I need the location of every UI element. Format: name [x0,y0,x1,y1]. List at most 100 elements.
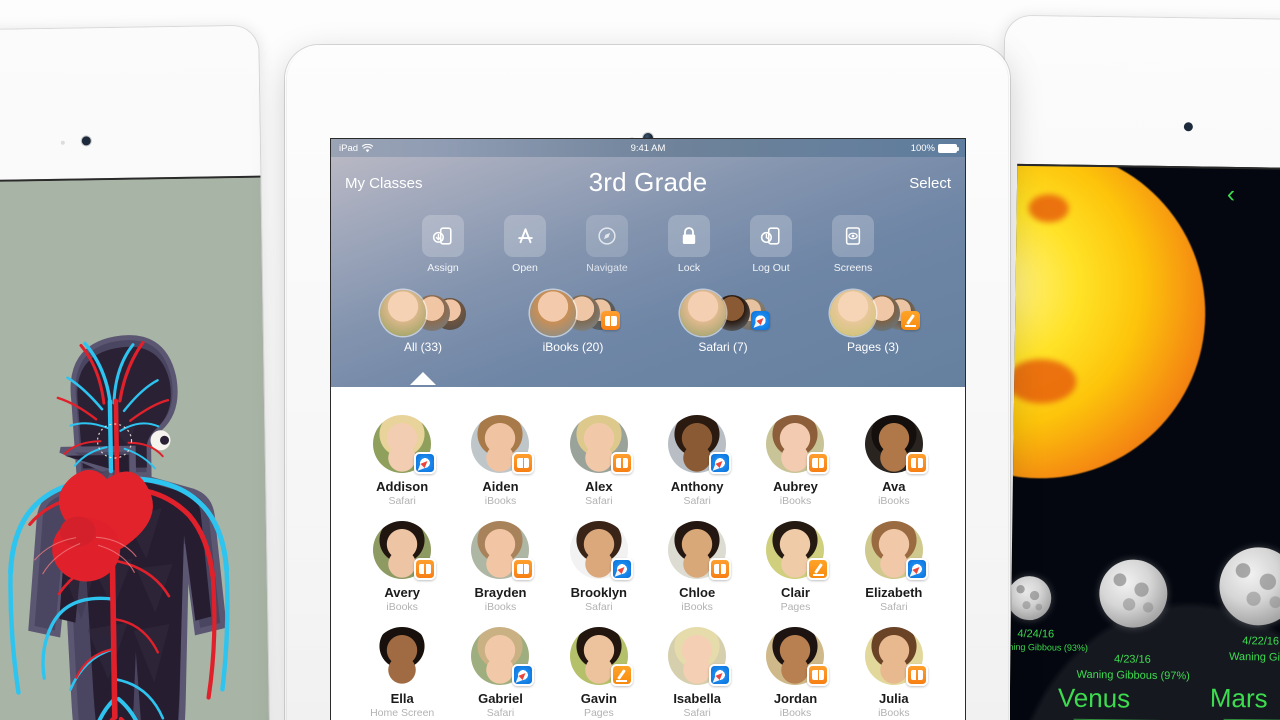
student-current-app: iBooks [386,601,418,613]
student-name: Avery [384,585,420,600]
group-tab-safari[interactable]: Safari (7) [668,290,778,354]
student-photo-wrap [373,627,432,685]
student-photo-wrap [471,415,535,474]
front-camera-icon [1183,122,1193,132]
group-tab-pages[interactable]: Pages (3) [818,290,928,354]
student-cell[interactable]: Brayden iBooks [451,515,549,613]
status-bar: iPad 9:41 AM 100% [331,139,965,157]
student-cell[interactable]: Gabriel Safari [451,621,549,719]
badge-pages-icon [807,558,830,580]
group-avatar-stack [680,290,770,336]
back-button-my-classes[interactable]: My Classes [345,175,423,192]
student-name: Chloe [679,585,716,600]
classroom-app-screen: iPad 9:41 AM 100% My Classes 3rd Grade S… [330,138,966,720]
anatomy-app-screen [0,175,270,720]
student-photo-wrap [373,415,437,474]
student-current-app: Safari [585,495,613,507]
astronomy-app-screen: ‹ A 4/24/16 Waning Gibbous (93%) 4/23/16… [1008,163,1280,720]
lock-icon [682,227,696,244]
screenshot-stage: ‹ A 4/24/16 Waning Gibbous (93%) 4/23/16… [0,0,1280,720]
toolbar-label: Lock [677,262,701,274]
student-current-app: iBooks [779,495,812,507]
badge-ibooks-icon [512,558,535,580]
badge-safari-icon [709,664,732,686]
group-tab-label: Safari (7) [698,340,748,354]
student-cell[interactable]: Ava iBooks [845,409,943,507]
status-time: 9:41 AM [630,142,666,154]
student-cell[interactable]: Gavin Pages [550,621,648,719]
astro-back-icon[interactable]: ‹ [1227,181,1235,209]
badge-safari-icon [751,311,770,330]
logout-icon-tile [750,215,792,257]
toolbar-label: Open [512,262,538,274]
avatar [373,627,432,685]
toolbar-item-navigate[interactable]: Navigate [577,215,637,274]
student-cell[interactable]: Elizabeth Safari [845,515,943,613]
moon-date-label: 4/24/16 [1017,627,1055,641]
student-name: Anthony [670,479,724,494]
student-name: Gavin [580,691,617,706]
assign-icon [432,227,452,245]
toolbar-label: Log Out [752,262,790,274]
student-name: Julia [879,691,909,706]
student-cell[interactable]: Aiden iBooks [451,409,549,507]
group-avatar-stack [830,290,920,336]
toolbar-item-logout[interactable]: Log Out [741,215,801,274]
student-cell[interactable]: Jordan iBooks [746,621,844,719]
student-photo-wrap [864,415,928,474]
toolbar-label: Navigate [586,262,628,274]
toolbar-item-lock[interactable]: Lock [659,215,719,274]
badge-ibooks-icon [610,452,633,474]
selected-tab-indicator [410,372,436,385]
planet-name-mars: Mars [1209,682,1268,714]
student-photo-wrap [864,627,928,686]
circulatory-system-illustration [0,177,270,720]
select-button[interactable]: Select [909,175,951,192]
student-name: Isabella [673,691,722,706]
student-cell[interactable]: Aubrey iBooks [746,409,844,507]
toolbar-item-assign[interactable]: Assign [413,215,473,274]
group-tab-ibooks[interactable]: iBooks (20) [518,290,628,354]
student-current-app: Safari [683,495,711,507]
student-cell[interactable]: Addison Safari [353,409,451,507]
student-name: Gabriel [478,691,523,706]
student-cell[interactable]: Ella Home Screen [353,621,451,719]
student-cell[interactable]: Avery iBooks [353,515,451,613]
student-current-app: Pages [583,707,614,719]
student-current-app: iBooks [484,495,517,507]
student-cell[interactable]: Clair Pages [746,515,844,613]
student-current-app: Safari [683,707,711,719]
moon-phase-label: Waning Gibbous [1228,650,1280,665]
toolbar-item-open[interactable]: Open [495,215,555,274]
student-current-app: iBooks [681,601,713,613]
background-ipad-left [0,25,270,720]
student-cell[interactable]: Brooklyn Safari [550,515,648,613]
logout-icon [760,227,780,245]
toolbar-label: Screens [833,262,873,274]
badge-ibooks-icon [601,311,620,330]
assign-icon-tile [422,215,464,257]
moon-date-label: 4/22/16 [1242,635,1280,648]
group-tab-all[interactable]: All (33) [368,290,478,385]
student-photo-wrap [569,415,633,474]
student-name: Ava [882,479,906,494]
student-photo-wrap [766,627,830,686]
student-current-app: Safari [388,495,416,507]
student-photo-wrap [864,521,928,580]
student-cell[interactable]: Anthony Safari [648,409,746,507]
badge-ibooks-icon [905,664,928,686]
student-photo-wrap [668,521,732,580]
student-current-app: Safari [585,601,613,613]
student-cell[interactable]: Chloe iBooks [648,515,746,613]
badge-ibooks-icon [512,452,535,474]
student-cell[interactable]: Isabella Safari [648,621,746,719]
student-name: Brayden [474,585,527,600]
student-cell[interactable]: Alex Safari [550,409,648,507]
student-cell[interactable]: Julia iBooks [845,621,943,719]
student-name: Brooklyn [570,585,627,600]
compass-icon-tile [586,215,628,257]
toolbar-item-screens[interactable]: Screens [823,215,883,274]
student-name: Aubrey [773,479,818,494]
group-filter-tabs: All (33) iBooks (20) Safari (7) Pages (3… [331,290,965,385]
student-current-app: iBooks [878,495,910,507]
